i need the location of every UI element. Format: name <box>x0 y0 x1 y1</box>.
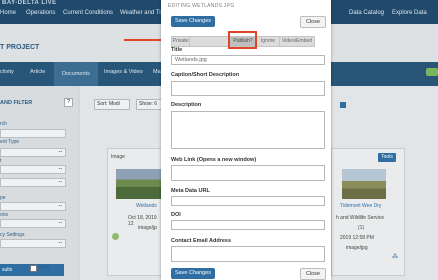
tab-publish[interactable]: Publish <box>189 36 229 47</box>
doi-input[interactable] <box>171 220 325 230</box>
description-label: Description <box>171 102 202 108</box>
filter-label-search: rch <box>0 121 7 127</box>
filter-select-4[interactable]: -- <box>0 219 66 228</box>
sort-select[interactable]: Sort: Modi <box>94 99 130 110</box>
filter-select-2[interactable]: -- <box>0 178 66 187</box>
caption-textarea[interactable] <box>171 81 325 96</box>
metadata-label: Meta Data URL <box>171 188 210 194</box>
tab-activity[interactable]: ctivity <box>0 69 14 75</box>
content-type-select[interactable]: -- <box>0 148 66 157</box>
filter-label-type: pe <box>0 195 6 201</box>
card-count: (1) <box>358 225 365 231</box>
help-icon[interactable]: ? <box>64 98 73 107</box>
page-title: T PROJECT <box>0 44 40 51</box>
filter-label-privacy: cy Settings <box>0 232 25 238</box>
brand-logo: BAY-DELTA LIVE <box>2 0 57 6</box>
share-icon[interactable]: ⁂ <box>392 253 398 260</box>
card-type-label: Image <box>111 154 125 160</box>
green-action-button[interactable] <box>426 68 438 76</box>
card-mime: image/jp <box>138 225 157 231</box>
dialog-title: EDITING WETLANDS.JPG <box>168 3 235 9</box>
nav-current-conditions[interactable]: Current Conditions <box>63 10 113 16</box>
card-owner: h and Wildlife Service <box>336 215 385 221</box>
filter-label-t: t <box>0 158 2 164</box>
tidemont-thumbnail[interactable] <box>342 169 386 199</box>
title-input[interactable]: Wetlands.jpg <box>171 55 325 65</box>
nav-operations[interactable]: Operations <box>26 10 55 16</box>
email-label: Contact Email Address <box>171 238 232 244</box>
nav-explore-data[interactable]: Explore Data <box>392 10 427 16</box>
tools-button[interactable]: Tools <box>378 153 396 162</box>
filter-label-content-type: ent Type <box>0 139 20 145</box>
save-changes-button-bottom[interactable]: Save Changes <box>171 268 215 279</box>
tab-ignore[interactable]: Ignore <box>256 36 280 47</box>
tab-documents[interactable]: Documents <box>54 62 98 86</box>
clear-link[interactable]: Clear <box>38 264 50 270</box>
nav-data-catalog[interactable]: Data Catalog <box>349 10 384 16</box>
close-button-top[interactable]: Close <box>300 16 326 28</box>
tab-images-video[interactable]: Images & Video <box>104 69 143 75</box>
title-label: Title <box>171 47 183 53</box>
filter-header: AND FILTER <box>0 100 33 106</box>
show-select[interactable]: Show: 6 <box>136 99 164 110</box>
document-card-wetlands[interactable]: Image Wetlands Oct 18, 2019 12 image/jp <box>107 148 164 276</box>
tab-map[interactable]: Ma <box>153 69 161 75</box>
metadata-input[interactable] <box>171 196 325 206</box>
doi-label: DOI <box>171 212 181 218</box>
nav-home[interactable]: Home <box>0 10 16 16</box>
weblink-textarea[interactable] <box>171 165 325 181</box>
tab-article[interactable]: Article <box>30 69 45 75</box>
wetlands-thumbnail[interactable] <box>116 169 164 199</box>
privacy-select[interactable]: -- <box>0 239 66 248</box>
weblink-label: Web Link (Opens a new window) <box>171 157 257 163</box>
save-changes-button-top[interactable]: Save Changes <box>171 16 215 27</box>
email-input[interactable] <box>171 246 325 262</box>
filter-sidebar: AND FILTER ? rch ent Type -- t -- -- pe … <box>0 86 78 280</box>
card-title-right[interactable]: Tidemont Wee Dry <box>340 203 381 209</box>
filter-select-3[interactable]: -- <box>0 202 66 211</box>
description-textarea[interactable] <box>171 111 325 149</box>
filter-label-locations: ons <box>0 212 9 218</box>
caption-label: Caption/Short Description <box>171 72 240 78</box>
clear-checkbox[interactable] <box>30 265 37 272</box>
card-date-right: 2019 12:58 PM <box>340 235 374 241</box>
add-icon[interactable] <box>112 233 119 240</box>
annotation-highlight-box <box>228 31 257 49</box>
filter-select-1[interactable]: -- <box>0 165 66 174</box>
tab-private[interactable]: Private <box>171 36 190 47</box>
close-button-bottom[interactable]: Close <box>300 268 326 280</box>
tab-video-embed[interactable]: Video/Embed <box>279 36 315 47</box>
card-mime-right: image/jpg <box>346 245 368 251</box>
document-card-tidemont[interactable]: Tidemont Wee Dry h and Wildlife Service … <box>331 148 405 276</box>
select-all-checkbox[interactable] <box>340 102 346 108</box>
search-input[interactable] <box>0 129 66 138</box>
card-title[interactable]: Wetlands <box>136 203 157 209</box>
